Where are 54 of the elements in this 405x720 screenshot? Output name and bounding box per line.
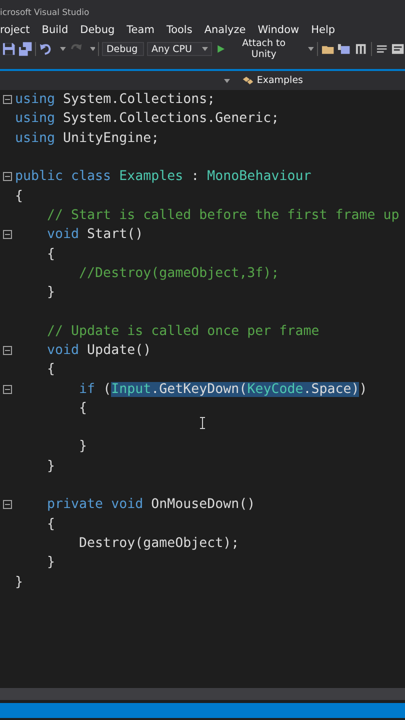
code-line: {	[46, 246, 56, 262]
menu-item[interactable]: Team	[120, 20, 160, 40]
attach-button[interactable]: Attach to Unity	[215, 38, 301, 60]
code-line: void Start()	[46, 227, 144, 242]
collapse-icon[interactable]	[3, 95, 12, 104]
platform-dropdown[interactable]: Any CPU	[147, 42, 212, 56]
caret-icon	[202, 47, 208, 51]
caret-icon	[90, 47, 96, 51]
configuration-dropdown[interactable]: Debug	[102, 42, 144, 56]
collapse-icon[interactable]	[3, 230, 12, 240]
code-line: }	[15, 574, 24, 590]
class-icon	[242, 74, 254, 86]
code-line: {	[78, 400, 88, 416]
code-line: void Update()	[46, 343, 152, 358]
horizontal-scrollbar[interactable]	[0, 688, 405, 700]
code-line: {	[46, 362, 56, 378]
collapse-icon[interactable]	[3, 500, 12, 510]
menu-item[interactable]: Debug	[74, 20, 121, 40]
member-dropdown[interactable]: Examples	[236, 74, 309, 88]
menu-item[interactable]: roject	[0, 20, 36, 40]
panel-icon[interactable]	[354, 42, 368, 56]
menu-item[interactable]: Window	[252, 20, 306, 40]
collapse-icon[interactable]	[3, 172, 12, 182]
menu-item[interactable]: Help	[305, 20, 342, 40]
menu-item[interactable]: Build	[36, 20, 74, 40]
code-line: using UnityEngine;	[15, 130, 160, 146]
collapse-icon[interactable]	[3, 346, 12, 355]
undo-icon[interactable]	[39, 42, 54, 56]
code-line: //Destroy(gameObject,3f);	[78, 266, 280, 281]
code-line: {	[15, 188, 24, 204]
code-line: // Update is called once per frame	[46, 324, 320, 339]
code-line: // Start is called before the first frame up	[46, 208, 400, 223]
window-title: icrosoft Visual Studio	[0, 7, 90, 20]
code-line: Destroy(gameObject);	[78, 536, 240, 551]
save-all-icon[interactable]	[18, 42, 32, 56]
caret-icon	[224, 78, 230, 82]
code-line: using System.Collections;	[15, 92, 216, 108]
code-line: if (Input.GetKeyDown(KeyCode.Space))	[78, 382, 368, 397]
menu-item[interactable]: Tools	[160, 20, 198, 40]
code-line: }	[46, 555, 56, 570]
code-line: }	[46, 458, 56, 474]
code-line: }	[78, 439, 88, 454]
caret-icon	[60, 47, 66, 51]
text-cursor-icon	[199, 417, 206, 429]
code-line: {	[46, 516, 56, 532]
caret-icon	[308, 47, 314, 51]
menu-item[interactable]: Analyze	[198, 20, 252, 40]
code-line: }	[46, 285, 56, 300]
code-line: private void OnMouseDown()	[46, 497, 256, 512]
play-icon	[217, 44, 226, 54]
collapse-icon[interactable]	[3, 384, 12, 394]
code-line: public class Examples : MonoBehaviour	[15, 169, 312, 184]
code-line: using System.Collections.Generic;	[15, 111, 280, 126]
save-icon[interactable]	[2, 42, 16, 56]
